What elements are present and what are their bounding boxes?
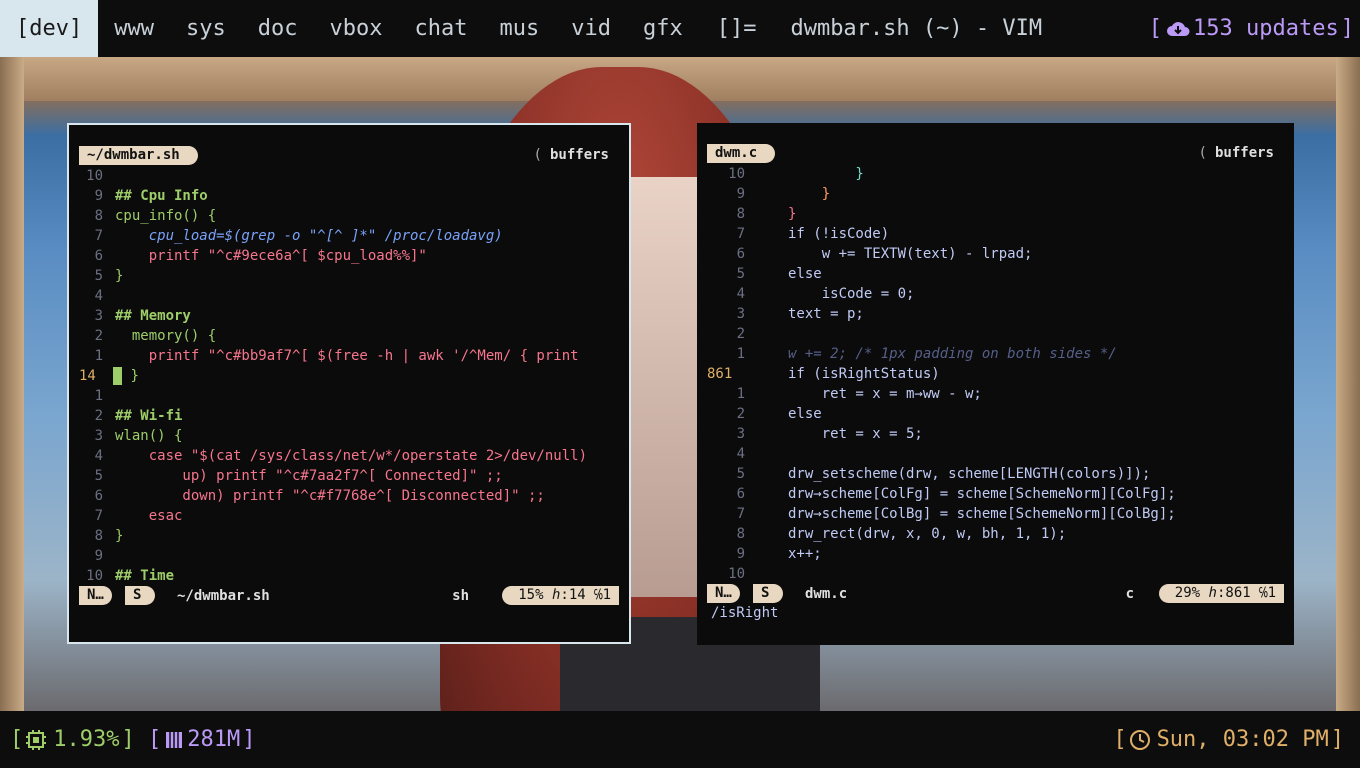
top-status-bar: [dev] www sys doc vbox chat mus vid gfx … [0, 0, 1360, 57]
vim-window-dwm-c[interactable]: dwm.c (buffers 10 } 9 } 8} 7 if (!isCode)… [697, 123, 1294, 645]
status-filename: ~/dwmbar.sh [177, 588, 270, 604]
code-line: 5 else [736, 266, 822, 282]
code-line: 10 [86, 168, 103, 184]
code-line: 9 } [736, 186, 831, 202]
tag-www[interactable]: www [98, 0, 170, 57]
cpu-value: 1.93% [53, 727, 120, 752]
code-line-current: 14 } [79, 367, 139, 385]
code-line: 1 printf "^c#bb9af7^[ $(free -h | awk '/… [94, 348, 579, 364]
vim-statusline: N… S ~/dwmbar.sh sh 15% ℎ:14 ℅1 [79, 586, 619, 606]
tag-mus[interactable]: mus [483, 0, 555, 57]
code-line: 8 cpu_info() { [94, 208, 217, 224]
code-line: 1w += 2; /* 1px padding on both sides */ [736, 346, 1117, 362]
bottom-status-bar: [ 1.93% ] [ 281M ] [ Sun, 03:02 PM ] [0, 711, 1360, 768]
code-line: 9 [94, 548, 103, 564]
cpu-icon [26, 729, 47, 750]
code-line: 7 esac [94, 508, 183, 524]
line-icon: ℎ [1208, 585, 1217, 601]
memory-value: 281M [187, 727, 241, 752]
column-icon: ℅ [594, 587, 603, 603]
tag-vbox[interactable]: vbox [313, 0, 398, 57]
memory-icon [166, 731, 183, 748]
search-match-line: if (isRightStatus) [788, 366, 940, 382]
cpu-indicator[interactable]: [ 1.93% ] [8, 711, 137, 768]
buffer-tab-dwmbar[interactable]: ~/dwmbar.sh [79, 146, 198, 165]
code-line: 5 up) printf "^c#7aa2f7^[ Connected]" ;; [94, 468, 503, 484]
code-line: 2 memory() { [94, 328, 217, 344]
mode-indicator: N… [79, 586, 112, 605]
vim-command-line[interactable]: /isRight [711, 605, 778, 621]
code-line: 1 [94, 388, 103, 404]
cloud-download-icon [1167, 21, 1190, 36]
code-line: 6 down) printf "^c#f7768e^[ Disconnected… [94, 488, 545, 504]
buffers-label: (buffers [533, 147, 609, 163]
code-line: 4 [94, 288, 103, 304]
window-title: dwmbar.sh (~) - VIM [790, 16, 1043, 41]
cursor-position: 29% ℎ:861 ℅1 [1158, 584, 1284, 603]
code-line: 4 [736, 446, 745, 462]
status-filename: dwm.c [805, 586, 848, 602]
code-area[interactable]: 10 } 9 } 8} 7 if (!isCode) 6 w += TEXTW(t… [707, 164, 1284, 584]
vim-statusline: N… S dwm.c c 29% ℎ:861 ℅1 [707, 584, 1284, 604]
code-line: 8} [736, 206, 797, 222]
code-line: 9 ## Cpu Info [94, 188, 208, 204]
tag-chat[interactable]: chat [398, 0, 483, 57]
code-line: 7 drw→scheme[ColBg] = scheme[SchemeNorm][… [736, 506, 1176, 522]
updates-count: 153 updates [1193, 16, 1339, 41]
code-line: 10 [728, 566, 745, 582]
code-line: 10 } [728, 166, 864, 182]
code-line: 4 case "$(cat /sys/class/net/w*/operstat… [94, 448, 588, 464]
code-line: 3 ret = x = 5; [736, 426, 923, 442]
code-line: 10 ## Time [86, 568, 175, 584]
code-line: 7 if (!isCode) [736, 226, 890, 242]
column-icon: ℅ [1259, 585, 1268, 601]
tag-dev[interactable]: [dev] [0, 0, 99, 57]
code-line: 7 cpu_load=$(grep -o "^[^ ]*" /proc/load… [94, 228, 503, 244]
tag-sys[interactable]: sys [170, 0, 242, 57]
updates-indicator[interactable]: [ 153 updates ] [1147, 0, 1356, 57]
session-indicator: S [753, 584, 784, 603]
code-line: 3 wlan() { [94, 428, 183, 444]
cursor [113, 367, 122, 385]
code-line: 3 ## Memory [94, 308, 191, 324]
code-area[interactable]: 10 9 ## Cpu Info 8 cpu_info() { 7 cpu_load… [79, 166, 619, 586]
tag-vid[interactable]: vid [555, 0, 627, 57]
code-line: 8} [94, 528, 124, 544]
vim-window-dwmbar[interactable]: ~/dwmbar.sh (buffers 10 9 ## Cpu Info 8 cp… [67, 123, 631, 644]
code-line: 3 text = p; [736, 306, 864, 322]
code-line: 5} [94, 268, 124, 284]
tag-gfx[interactable]: gfx [627, 0, 699, 57]
code-line: 2 [736, 326, 745, 342]
mode-indicator: N… [707, 584, 740, 603]
line-icon: ℎ [551, 587, 561, 603]
code-line: 4 isCode = 0; [736, 286, 915, 302]
code-line: 6 w += TEXTW(text) - lrpad; [736, 246, 1033, 262]
vim-tabline: ~/dwmbar.sh (buffers [79, 146, 619, 166]
clock-icon [1129, 729, 1150, 750]
code-line: 9 x++; [736, 546, 822, 562]
memory-indicator[interactable]: [ 281M ] [146, 711, 257, 768]
code-line: 1 ret = x = m→ww - w; [736, 386, 982, 402]
clock-value: Sun, 03:02 PM [1156, 727, 1329, 752]
buffers-label: (buffers [1198, 145, 1274, 161]
code-line: 2 ## Wi-fi [94, 408, 183, 424]
code-line: 5 drw_setscheme(drw, scheme[LENGTH(colors… [736, 466, 1151, 482]
code-line-current: 861 if (isRightStatus) [707, 366, 940, 382]
cursor-position: 15% ℎ:14 ℅1 [502, 586, 619, 605]
status-filetype: c [1125, 586, 1134, 602]
tag-doc[interactable]: doc [242, 0, 314, 57]
code-line: 6 printf "^c#9ece6a^[ $cpu_load%%]" [94, 248, 427, 264]
vim-tabline: dwm.c (buffers [707, 144, 1284, 164]
layout-symbol[interactable]: []= [717, 16, 757, 41]
code-line: 8 drw_rect(drw, x, 0, w, bh, 1, 1); [736, 526, 1067, 542]
status-filetype: sh [452, 588, 469, 604]
session-indicator: S [125, 586, 156, 605]
code-line: 2 else [736, 406, 822, 422]
buffer-tab-dwm-c[interactable]: dwm.c [707, 144, 776, 163]
clock-indicator[interactable]: [ Sun, 03:02 PM ] [1111, 711, 1346, 768]
code-line: 6 drw→scheme[ColFg] = scheme[SchemeNorm][… [736, 486, 1176, 502]
